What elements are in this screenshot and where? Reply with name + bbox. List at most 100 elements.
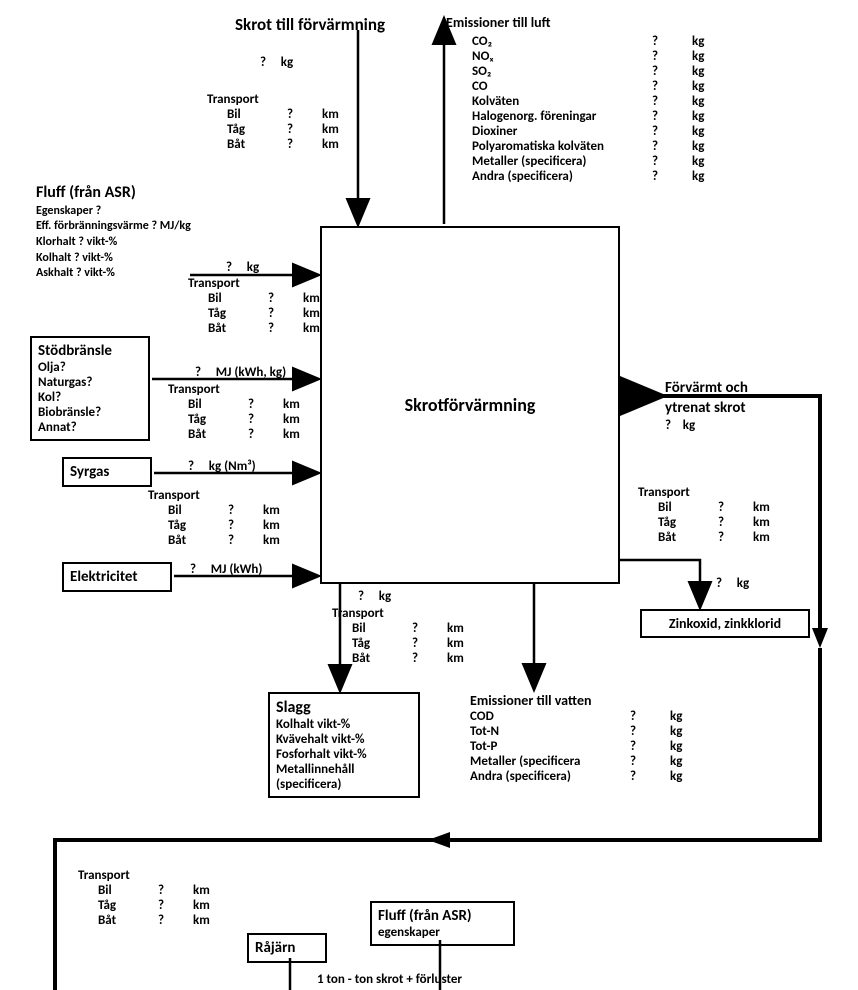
slagg-prop: Metallinnehåll: [276, 762, 412, 777]
t-name: Tåg: [168, 518, 228, 533]
emiss-air-val: ?: [652, 64, 692, 79]
forvarmt-val: ?: [665, 418, 671, 433]
fluff-qty: ? kg: [226, 260, 259, 275]
emiss-air-name: Andra (specificera): [472, 169, 652, 184]
t-name: Båt: [227, 137, 287, 152]
t-val: ?: [287, 122, 322, 137]
t-val: ?: [718, 500, 753, 515]
ew-name: COD: [470, 709, 630, 724]
t-val: ?: [248, 427, 283, 442]
t-val: ?: [268, 321, 303, 336]
ew-unit: kg: [670, 709, 710, 724]
t-val: ?: [412, 636, 447, 651]
emiss-air-name: Polyaromatiska kolväten: [472, 139, 652, 154]
stod-prop: Naturgas?: [38, 375, 142, 390]
ew-val: ?: [630, 769, 670, 784]
zink-unit: kg: [737, 576, 749, 591]
emiss-air-val: ?: [652, 154, 692, 169]
t-unit: km: [447, 636, 487, 651]
emiss-air-unit: kg: [692, 79, 732, 94]
emiss-air-unit: kg: [692, 64, 732, 79]
emissions-air-title: Emissioner till luft: [446, 14, 551, 31]
emiss-air-val: ?: [652, 34, 692, 49]
emiss-air-name: NOₓ: [472, 49, 652, 64]
transport-header: Transport: [168, 382, 323, 397]
t-name: Bil: [658, 500, 718, 515]
t-unit: km: [263, 503, 303, 518]
t-name: Bil: [168, 503, 228, 518]
fluff-title: Fluff (från ASR): [36, 183, 191, 204]
fluff-unit: kg: [247, 260, 259, 275]
slagg-prop: (specificera): [276, 777, 412, 792]
t-name: Tåg: [352, 636, 412, 651]
transport-header: Transport: [638, 485, 793, 500]
stod-qty: ? MJ (kWh, kg): [195, 365, 286, 380]
fluff2-title: Fluff (från ASR): [378, 907, 507, 925]
slagg-box: Slagg Kolhalt vikt-% Kvävehalt vikt-% Fo…: [268, 692, 420, 798]
right-transport: Transport Bil?km Tåg?km Båt?km: [638, 485, 793, 545]
t-val: ?: [248, 412, 283, 427]
stod-prop: Kol?: [38, 390, 142, 405]
slag-amount: ? kg: [358, 589, 391, 604]
emiss-air-name: Dioxiner: [472, 124, 652, 139]
t-unit: km: [263, 518, 303, 533]
fluff-val: ?: [226, 260, 232, 275]
ew-val: ?: [630, 724, 670, 739]
emiss-air-unit: kg: [692, 154, 732, 169]
t-val: ?: [718, 515, 753, 530]
emiss-air-name: Metaller (specificera): [472, 154, 652, 169]
stod-title: Stödbränsle: [38, 342, 142, 360]
t-name: Båt: [188, 427, 248, 442]
slag-val: ?: [358, 589, 364, 604]
t-unit: km: [447, 651, 487, 666]
t-unit: km: [193, 883, 233, 898]
ew-unit: kg: [670, 769, 710, 784]
ew-name: Andra (specificera): [470, 769, 630, 784]
syrgas-unit: kg (Nm³): [209, 459, 256, 474]
forvarmt-t1: Förvärmt och: [665, 379, 748, 399]
ew-unit: kg: [670, 754, 710, 769]
t-val: ?: [412, 651, 447, 666]
stod-transport: Transport Bil?km Tåg?km Båt?km: [168, 382, 323, 442]
emiss-air-name: SO₂: [472, 64, 652, 79]
t-val: ?: [158, 913, 193, 928]
t-unit: km: [283, 427, 323, 442]
skrot-unit: kg: [281, 55, 293, 70]
ew-name: Tot-P: [470, 739, 630, 754]
t-val: ?: [248, 397, 283, 412]
el-box: Elektricitet: [62, 562, 172, 592]
slagg-prop: Fosforhalt vikt-%: [276, 747, 412, 762]
t-val: ?: [287, 137, 322, 152]
t-val: ?: [268, 306, 303, 321]
t-name: Båt: [208, 321, 268, 336]
stod-val: ?: [195, 365, 201, 380]
emiss-air-val: ?: [652, 79, 692, 94]
center-box: Skrotförvärmning: [320, 226, 620, 584]
el-qty: ? MJ (kWh): [190, 562, 262, 577]
ew-val: ?: [630, 754, 670, 769]
syrgas-box: Syrgas: [62, 457, 152, 487]
t-name: Bil: [188, 397, 248, 412]
zink-val: ?: [716, 576, 722, 591]
transport-header: Transport: [78, 868, 233, 883]
forvarmt-block: Förvärmt och ytrenat skrot ? kg: [665, 379, 748, 435]
emiss-air-val: ?: [652, 94, 692, 109]
t-unit: km: [193, 898, 233, 913]
t-unit: km: [753, 530, 793, 545]
t-name: Bil: [98, 883, 158, 898]
zink-qty: ? kg: [716, 576, 749, 591]
forvarmt-unit: kg: [683, 418, 695, 433]
fluff2-sub: egenskaper: [378, 925, 507, 940]
emiss-air-unit: kg: [692, 109, 732, 124]
emissions-air-list: CO₂?kg NOₓ?kg SO₂?kg CO?kg Kolväten?kg H…: [472, 34, 732, 184]
syrgas-val: ?: [188, 459, 194, 474]
ew-unit: kg: [670, 724, 710, 739]
last-transport: Transport Bil?km Tåg?km Båt?km: [78, 868, 233, 928]
fluff-prop: Eff. förbränningsvärme ? MJ/kg: [36, 219, 191, 235]
emiss-air-unit: kg: [692, 34, 732, 49]
transport-header: Transport: [207, 92, 362, 107]
slagg-title: Slagg: [276, 698, 412, 717]
emiss-air-name: CO: [472, 79, 652, 94]
fluff-prop: Askhalt ? vikt-%: [36, 266, 191, 282]
t-val: ?: [228, 503, 263, 518]
